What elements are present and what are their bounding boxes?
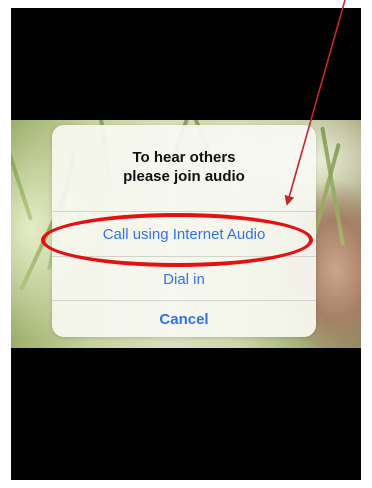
red-arrow-icon (284, 0, 346, 206)
